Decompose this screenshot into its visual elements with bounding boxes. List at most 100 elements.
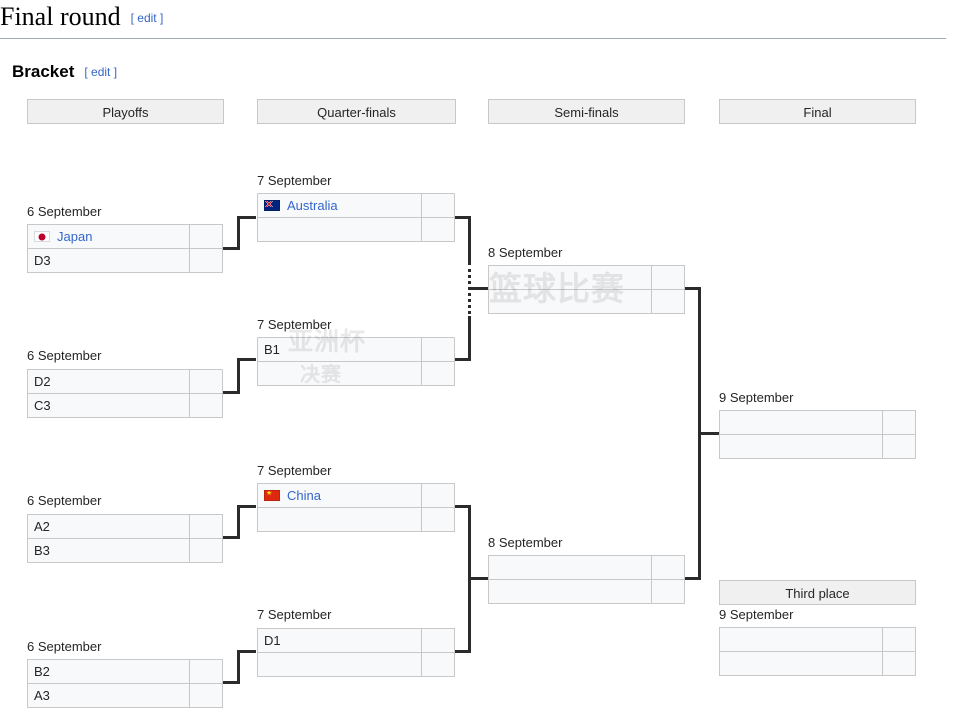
team-cell[interactable]: B3 [27, 538, 190, 563]
round-header-quarter-finals[interactable]: Quarter-finals [257, 99, 456, 124]
table-row[interactable] [257, 507, 455, 532]
team-cell[interactable]: C3 [27, 393, 190, 418]
team-cell[interactable]: D3 [27, 248, 190, 273]
page-title-text: Final round [0, 2, 121, 31]
team-cell[interactable]: China [257, 483, 422, 508]
team-cell[interactable]: A3 [27, 683, 190, 708]
score-cell [883, 651, 916, 676]
score-cell [422, 193, 455, 218]
score-cell [190, 683, 223, 708]
team-cell[interactable] [719, 410, 883, 435]
connector-semi1-in [468, 287, 490, 290]
section-edit-link-label[interactable]: [ edit ] [84, 65, 117, 79]
match-semi2 [488, 555, 685, 604]
match-quarter3: China [257, 483, 455, 532]
score-cell [883, 627, 916, 652]
score-cell [422, 337, 455, 362]
date-quarter1: 7 September [257, 173, 332, 188]
connector-semi1-v-bottom [468, 316, 471, 360]
table-row[interactable] [719, 434, 916, 459]
connector-semi1-v-top [468, 216, 471, 264]
australia-flag-icon [264, 200, 280, 211]
team-name[interactable]: Australia [287, 198, 338, 213]
round-header-third-place[interactable]: Third place [719, 580, 916, 605]
table-row[interactable]: Australia [257, 193, 455, 218]
team-cell[interactable]: D2 [27, 369, 190, 394]
round-header-final[interactable]: Final [719, 99, 916, 124]
table-row[interactable]: B2 [27, 659, 223, 684]
connector-semi2-in [468, 577, 490, 580]
score-cell [190, 538, 223, 563]
table-row[interactable]: B1 [257, 337, 455, 362]
table-row[interactable]: Japan [27, 224, 223, 249]
china-flag-icon [264, 490, 280, 501]
table-row[interactable] [257, 217, 455, 242]
table-row[interactable] [257, 361, 455, 386]
table-row[interactable]: China [257, 483, 455, 508]
team-cell[interactable]: D1 [257, 628, 422, 653]
team-name: D3 [34, 253, 51, 268]
round-header-semi-finals[interactable]: Semi-finals [488, 99, 685, 124]
page-title-edit-link[interactable]: [ edit ] [131, 11, 164, 25]
round-header-final-label: Final [803, 105, 832, 120]
team-cell[interactable]: B1 [257, 337, 422, 362]
date-quarter4: 7 September [257, 607, 332, 622]
table-row[interactable] [719, 410, 916, 435]
match-playoff1: Japan D3 [27, 224, 223, 273]
table-row[interactable] [488, 265, 685, 290]
match-playoff2: D2 C3 [27, 369, 223, 418]
table-row[interactable] [257, 652, 455, 677]
connector-playoff1-v [237, 216, 240, 250]
table-row[interactable]: C3 [27, 393, 223, 418]
table-row[interactable] [488, 555, 685, 580]
table-row[interactable]: D2 [27, 369, 223, 394]
team-cell[interactable] [719, 651, 883, 676]
date-third-place: 9 September [719, 607, 794, 622]
score-cell [190, 369, 223, 394]
team-cell[interactable] [488, 289, 652, 314]
team-cell[interactable] [488, 555, 652, 580]
table-row[interactable] [488, 289, 685, 314]
connector-semi2-out [683, 577, 701, 580]
edit-link-label[interactable]: [ edit ] [131, 11, 164, 25]
round-header-playoffs[interactable]: Playoffs [27, 99, 224, 124]
team-name[interactable]: China [287, 488, 321, 503]
match-final [719, 410, 916, 459]
team-cell[interactable] [257, 507, 422, 532]
table-row[interactable]: A3 [27, 683, 223, 708]
match-quarter1: Australia [257, 193, 455, 242]
team-cell[interactable] [257, 361, 422, 386]
table-row[interactable]: B3 [27, 538, 223, 563]
team-cell[interactable] [719, 627, 883, 652]
team-cell[interactable] [257, 217, 422, 242]
team-cell[interactable] [257, 652, 422, 677]
team-cell[interactable]: A2 [27, 514, 190, 539]
connector-playoff2-v [237, 358, 240, 394]
table-row[interactable] [719, 651, 916, 676]
team-cell[interactable]: B2 [27, 659, 190, 684]
score-cell [190, 659, 223, 684]
section-title-edit-link[interactable]: [ edit ] [84, 65, 117, 79]
team-cell[interactable] [719, 434, 883, 459]
table-row[interactable]: A2 [27, 514, 223, 539]
score-cell [883, 434, 916, 459]
team-cell[interactable] [488, 265, 652, 290]
connector-quarter4-out [453, 650, 471, 653]
team-cell[interactable] [488, 579, 652, 604]
team-name[interactable]: Japan [57, 229, 92, 244]
match-playoff3: A2 B3 [27, 514, 223, 563]
table-row[interactable] [488, 579, 685, 604]
date-semi2: 8 September [488, 535, 563, 550]
connector-quarter3-in [237, 505, 256, 508]
table-row[interactable] [719, 627, 916, 652]
round-header-quarter-finals-label: Quarter-finals [317, 105, 396, 120]
team-cell[interactable]: Japan [27, 224, 190, 249]
connector-playoff3-v [237, 505, 240, 539]
table-row[interactable]: D3 [27, 248, 223, 273]
section-title: Bracket [ edit ] [12, 62, 117, 82]
date-playoff1: 6 September [27, 204, 102, 219]
score-cell [422, 217, 455, 242]
japan-flag-icon [34, 231, 50, 242]
team-cell[interactable]: Australia [257, 193, 422, 218]
table-row[interactable]: D1 [257, 628, 455, 653]
